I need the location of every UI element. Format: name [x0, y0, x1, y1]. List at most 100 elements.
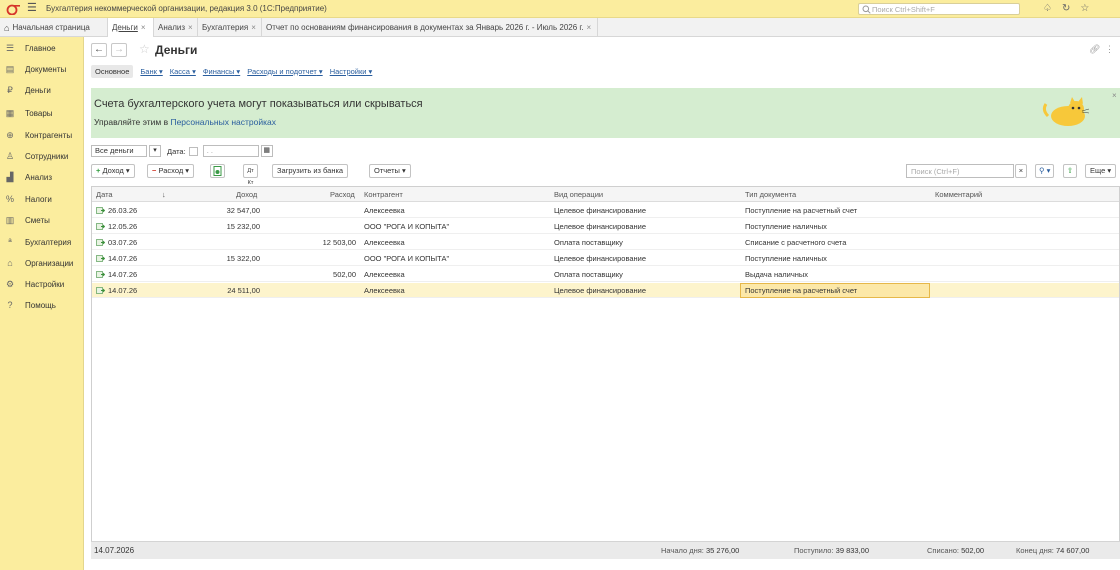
notifications-icon[interactable]: ♤	[1043, 3, 1052, 14]
link-icon[interactable]: 🔗︎	[1089, 44, 1100, 55]
close-icon[interactable]: ×	[587, 23, 592, 32]
budget-icon: ▥	[5, 214, 15, 225]
column-header-comment[interactable]: Комментарий	[935, 187, 982, 202]
document-posted-icon	[96, 239, 105, 246]
sidebar-item-label: Настройки	[25, 279, 65, 289]
column-header-counterparty[interactable]: Контрагент	[364, 187, 403, 202]
main-menu-icon[interactable]: ☰	[27, 3, 37, 14]
copy-document-button[interactable]	[210, 164, 225, 178]
sidebar-item-goods[interactable]: ▦ Товары	[0, 104, 84, 122]
cell-income: 24 511,00	[227, 286, 260, 295]
table-row[interactable]: 26.03.26 32 547,00 Алексеевка Целевое финан…	[92, 203, 1119, 218]
table-row[interactable]: 14.07.26 15 322,00 ООО "РОГА И КОПЫТА" Целе…	[92, 251, 1119, 266]
subtab-expenses[interactable]: Расходы и подотчет ▾	[247, 67, 322, 76]
cell-date: 03.07.26	[108, 238, 138, 247]
subtab-cash[interactable]: Касса ▾	[170, 67, 196, 76]
column-header-date[interactable]: Дата	[96, 187, 113, 202]
cell-counterparty: ООО "РОГА И КОПЫТА"	[364, 222, 450, 231]
day-start-value: 35 276,00	[705, 546, 740, 555]
percent-icon: %	[5, 194, 14, 204]
money-filter-select[interactable]: Все деньги	[91, 145, 147, 157]
close-icon[interactable]: ×	[141, 23, 146, 32]
accounting-icon: ª	[8, 237, 12, 247]
load-from-bank-button[interactable]: Загрузить из банка	[272, 164, 349, 178]
sidebar-item-organizations[interactable]: ⌂ Организации	[0, 254, 84, 272]
copy-document-icon	[213, 166, 222, 176]
sort-desc-icon[interactable]: ↓	[162, 187, 166, 202]
clear-search-icon[interactable]: ×	[1015, 164, 1027, 178]
tab-analysis[interactable]: Анализ ×	[154, 18, 198, 37]
table-row[interactable]: 12.05.26 15 232,00 ООО "РОГА И КОПЫТА" Целе…	[92, 219, 1119, 234]
cell-doc-type: Поступление наличных	[745, 222, 827, 231]
subtab-label: Банк	[140, 66, 157, 76]
column-header-doc-type[interactable]: Тип документа	[745, 187, 796, 202]
sidebar-item-accounting[interactable]: ª Бухгалтерия	[0, 233, 84, 251]
cell-operation: Оплата поставщику	[554, 270, 623, 279]
add-expense-button[interactable]: − Расход ▾	[147, 164, 195, 178]
tab-money[interactable]: Деньги ×	[108, 18, 154, 37]
tab-home[interactable]: ⌂ Начальная страница	[0, 18, 108, 37]
calendar-icon[interactable]: ▦	[260, 145, 273, 157]
sidebar-item-contractors[interactable]: ⊕ Контрагенты	[0, 126, 84, 144]
received-label: Поступило:	[794, 546, 834, 555]
dt-kt-button[interactable]: Дт Кт	[243, 164, 258, 186]
cell-income: 32 547,00	[226, 206, 260, 215]
table-row[interactable]: 03.07.26 12 503,00 Алексеевка Оплата постав…	[92, 235, 1119, 250]
sidebar-item-documents[interactable]: ▤ Документы	[0, 60, 84, 78]
subtab-finance[interactable]: Финансы ▾	[203, 67, 240, 76]
sidebar-item-budgets[interactable]: ▥ Сметы	[0, 211, 84, 229]
subtab-settings[interactable]: Настройки ▾	[330, 67, 373, 76]
close-icon[interactable]: ×	[251, 23, 256, 32]
subtab-bank[interactable]: Банк ▾	[140, 67, 162, 76]
sidebar-item-employees[interactable]: ♙ Сотрудники	[0, 147, 84, 165]
tab-accounting[interactable]: Бухгалтерия ×	[198, 18, 262, 37]
table-header: Дата ↓ Доход Расход Контрагент Вид опера…	[92, 187, 1119, 202]
contractors-icon: ⊕	[6, 129, 14, 140]
tab-report[interactable]: Отчет по основаниям финансирования в док…	[262, 18, 598, 37]
sidebar-item-taxes[interactable]: % Налоги	[0, 190, 84, 208]
reports-button[interactable]: Отчеты ▾	[369, 164, 411, 178]
column-header-expense[interactable]: Расход	[330, 187, 355, 202]
add-income-button[interactable]: + Доход ▾	[91, 164, 135, 178]
global-search-input[interactable]: Поиск Ctrl+Shift+F	[858, 3, 1020, 15]
column-header-income[interactable]: Доход	[236, 187, 257, 202]
sidebar-item-label: Бухгалтерия	[25, 237, 72, 247]
favorite-star-icon[interactable]: ☆	[139, 42, 150, 56]
day-end-value: 74 607,00	[1056, 546, 1090, 555]
sidebar-item-main[interactable]: ☰ Главное	[0, 39, 84, 57]
sidebar-item-settings[interactable]: ⚙ Настройки	[0, 275, 84, 293]
personal-settings-link[interactable]: Персональных настройках	[170, 117, 276, 127]
subtab-label: Настройки	[329, 66, 367, 76]
cell-income: 15 322,00	[226, 254, 260, 263]
upload-icon[interactable]: ⇧	[1063, 164, 1077, 178]
close-icon[interactable]: ×	[188, 23, 193, 32]
table-row[interactable]: 14.07.26 502,00 Алексеевка Оплата поставщик…	[92, 267, 1119, 282]
date-filter-input[interactable]: . .	[202, 145, 259, 157]
money-filter-dropdown-button[interactable]: ▾	[149, 145, 161, 157]
sidebar-item-analysis[interactable]: ▟ Анализ	[0, 168, 84, 186]
more-actions-icon[interactable]: ⋮	[1105, 44, 1114, 55]
date-filter-checkbox[interactable]	[188, 146, 198, 156]
sidebar-item-label: Организации	[25, 258, 74, 268]
sidebar-item-money[interactable]: ₽ Деньги	[0, 81, 84, 99]
cell-date: 14.07.26	[108, 270, 138, 279]
history-icon[interactable]: ↻	[1062, 3, 1070, 14]
more-button[interactable]: Еще ▾	[1085, 164, 1117, 178]
search-button[interactable]: ⚲ ▾	[1035, 164, 1055, 178]
sidebar-item-help[interactable]: ? Помощь	[0, 296, 84, 314]
banner-close-icon[interactable]: ×	[1112, 91, 1117, 100]
subtab-main[interactable]: Основное	[91, 64, 134, 78]
back-button[interactable]: ←	[91, 43, 107, 57]
favorites-icon[interactable]: ☆	[1080, 3, 1089, 14]
cell-doc-type: Поступление на расчетный счет	[745, 206, 858, 215]
day-start-total: Начало дня: 35 276,00	[661, 546, 739, 555]
forward-button[interactable]: →	[111, 43, 127, 57]
column-header-operation[interactable]: Вид операции	[554, 187, 603, 202]
table-row[interactable]: 14.07.26 24 511,00 Алексеевка Целевое финан…	[92, 283, 1119, 298]
employees-icon: ♙	[5, 150, 15, 161]
subtab-label: Касса	[169, 66, 190, 76]
minus-icon: −	[152, 166, 157, 175]
list-search-input[interactable]: Поиск (Ctrl+F)	[906, 164, 1014, 178]
1c-logo-icon[interactable]	[6, 3, 20, 15]
sidebar-item-label: Сметы	[25, 215, 50, 225]
